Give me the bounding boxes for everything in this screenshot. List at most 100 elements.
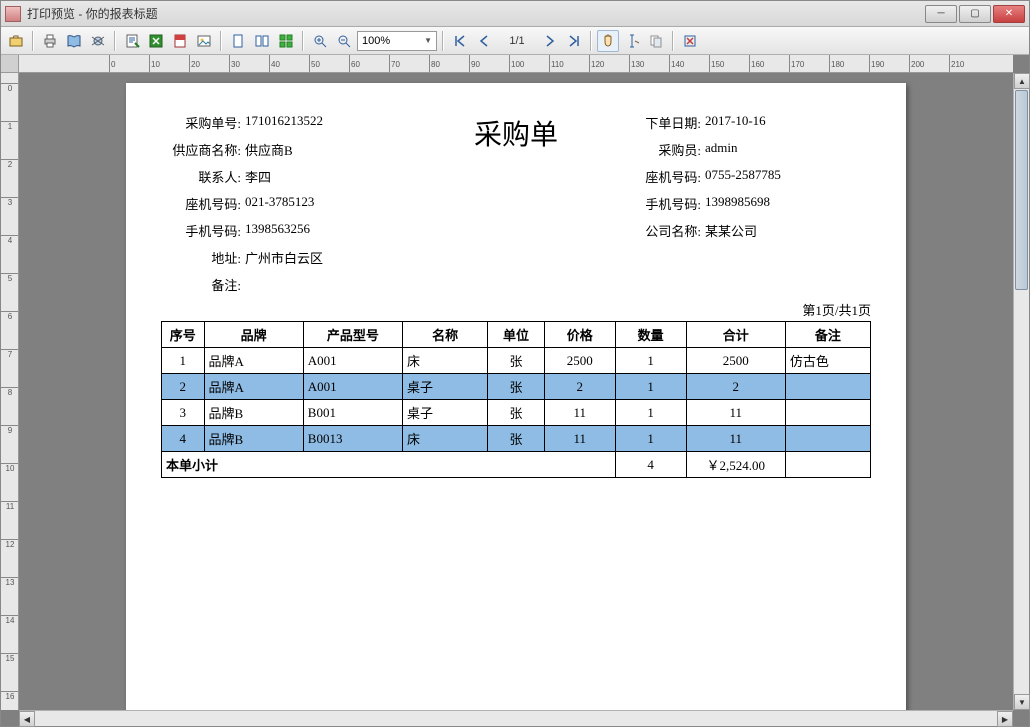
table-header: 备注 <box>785 322 870 348</box>
table-cell: 11 <box>686 400 785 426</box>
ruler-mark: 150 <box>709 55 724 73</box>
table-cell: 2500 <box>686 348 785 374</box>
table-cell: A001 <box>303 348 402 374</box>
copy-button[interactable] <box>645 30 667 52</box>
last-page-button[interactable] <box>563 30 585 52</box>
table-cell: 2500 <box>544 348 615 374</box>
ruler-mark: 140 <box>669 55 684 73</box>
ruler-mark: 2 <box>1 159 19 169</box>
supplier-value: 供应商B <box>241 140 411 159</box>
ruler-mark: 5 <box>1 273 19 283</box>
page-2-button[interactable] <box>251 30 273 52</box>
zoom-out-button[interactable] <box>333 30 355 52</box>
ruler-mark: 1 <box>1 121 19 131</box>
preview-viewport[interactable]: 采购单号:171016213522 供应商名称:供应商B 联系人:李四 座机号码… <box>19 73 1013 710</box>
ruler-mark: 9 <box>1 425 19 435</box>
table-cell: B0013 <box>303 426 402 452</box>
zoom-in-button[interactable] <box>309 30 331 52</box>
prev-page-button[interactable] <box>473 30 495 52</box>
scrollbar-horizontal[interactable]: ◀ ▶ <box>19 710 1013 726</box>
ruler-mark: 170 <box>789 55 804 73</box>
ruler-mark: 14 <box>1 615 19 625</box>
open-button[interactable] <box>5 30 27 52</box>
subtotal-label: 本单小计 <box>162 452 616 478</box>
landline-l-label: 座机号码: <box>161 194 241 213</box>
table-cell: 2 <box>686 374 785 400</box>
address-label: 地址: <box>161 248 241 267</box>
table-cell: 品牌A <box>204 374 303 400</box>
export-pdf-button[interactable] <box>169 30 191 52</box>
order-date-label: 下单日期: <box>621 113 701 132</box>
ruler-mark: 20 <box>189 55 200 73</box>
ruler-mark: 12 <box>1 539 19 549</box>
scrollbar-vertical[interactable]: ▲ ▼ <box>1013 73 1029 710</box>
remark-value <box>241 275 411 294</box>
table-header: 合计 <box>686 322 785 348</box>
ruler-mark: 30 <box>229 55 240 73</box>
scroll-right-button[interactable]: ▶ <box>997 711 1013 727</box>
ruler-mark: 80 <box>429 55 440 73</box>
table-cell: 3 <box>162 400 205 426</box>
table-cell <box>785 426 870 452</box>
table-cell: 床 <box>403 426 488 452</box>
export-xls-button[interactable] <box>145 30 167 52</box>
ruler-mark: 90 <box>469 55 480 73</box>
buyer-value: admin <box>701 140 871 159</box>
page-count-label: 第1页/共1页 <box>161 300 871 319</box>
first-page-button[interactable] <box>449 30 471 52</box>
table-cell: 张 <box>488 374 545 400</box>
table-cell: 1 <box>615 426 686 452</box>
text-select-button[interactable] <box>621 30 643 52</box>
table-header: 产品型号 <box>303 322 402 348</box>
exit-button[interactable] <box>679 30 701 52</box>
zoom-combo[interactable]: 100%▼ <box>357 31 437 51</box>
ruler-mark: 10 <box>149 55 160 73</box>
ruler-mark: 0 <box>1 83 19 93</box>
report-page: 采购单号:171016213522 供应商名称:供应商B 联系人:李四 座机号码… <box>126 83 906 710</box>
buyer-label: 采购员: <box>621 140 701 159</box>
scroll-up-button[interactable]: ▲ <box>1014 73 1030 89</box>
subtotal-row: 本单小计4￥2,524.00 <box>162 452 871 478</box>
table-cell: 11 <box>686 426 785 452</box>
ruler-mark: 100 <box>509 55 524 73</box>
scroll-left-button[interactable]: ◀ <box>19 711 35 727</box>
ruler-mark: 200 <box>909 55 924 73</box>
dropdown-arrow-icon: ▼ <box>424 36 432 45</box>
table-header: 品牌 <box>204 322 303 348</box>
table-cell <box>785 400 870 426</box>
table-cell: 2 <box>544 374 615 400</box>
next-page-button[interactable] <box>539 30 561 52</box>
page-indicator: 1/1 <box>497 35 537 47</box>
ruler-mark: 130 <box>629 55 644 73</box>
table-row: 4品牌BB0013床张11111 <box>162 426 871 452</box>
scroll-thumb-v[interactable] <box>1015 90 1028 290</box>
export-txt-button[interactable] <box>121 30 143 52</box>
hand-tool-button[interactable] <box>597 30 619 52</box>
book-button[interactable] <box>63 30 85 52</box>
table-cell: B001 <box>303 400 402 426</box>
mobile-r-label: 手机号码: <box>621 194 701 213</box>
ruler-mark: 11 <box>1 501 19 511</box>
table-cell: 品牌A <box>204 348 303 374</box>
ruler-mark: 8 <box>1 387 19 397</box>
page-4-button[interactable] <box>275 30 297 52</box>
landline-r-label: 座机号码: <box>621 167 701 186</box>
scroll-down-button[interactable]: ▼ <box>1014 694 1030 710</box>
maximize-button[interactable]: ▢ <box>959 5 991 23</box>
close-button[interactable]: ✕ <box>993 5 1025 23</box>
table-cell: 品牌B <box>204 426 303 452</box>
page-1-button[interactable] <box>227 30 249 52</box>
contact-label: 联系人: <box>161 167 241 186</box>
minimize-button[interactable]: ─ <box>925 5 957 23</box>
ruler-mark: 50 <box>309 55 320 73</box>
window-title: 打印预览 - 你的报表标题 <box>27 5 925 22</box>
app-icon <box>5 6 21 22</box>
ruler-mark: 13 <box>1 577 19 587</box>
ruler-mark: 60 <box>349 55 360 73</box>
table-cell: 1 <box>615 374 686 400</box>
table-cell: 仿古色 <box>785 348 870 374</box>
print-button[interactable] <box>39 30 61 52</box>
export-image-button[interactable] <box>193 30 215 52</box>
table-cell: 桌子 <box>403 400 488 426</box>
settings-button[interactable] <box>87 30 109 52</box>
